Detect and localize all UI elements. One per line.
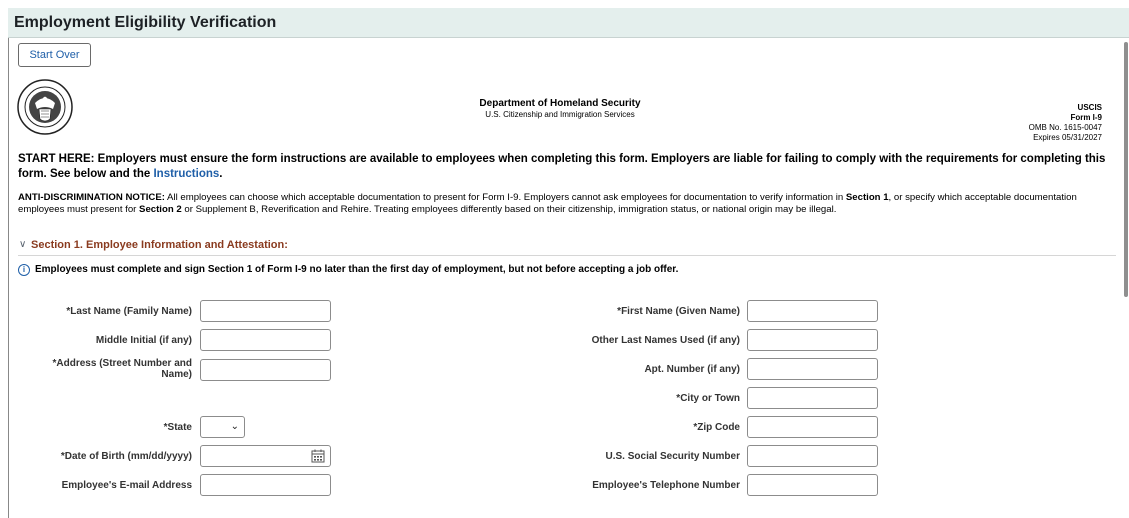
anti-discrimination-text-1: All employees can choose which acceptabl… xyxy=(164,192,846,203)
section-2-ref: Section 2 xyxy=(139,203,182,215)
chevron-down-icon: ⌄ xyxy=(230,421,239,432)
agency-heading: Department of Homeland Security U.S. Cit… xyxy=(380,98,740,119)
dob-input[interactable] xyxy=(200,445,331,467)
form-agency: USCIS xyxy=(1077,103,1102,112)
address-label-line-1: *Address (Street Number and xyxy=(52,358,192,369)
form-expiration: Expires 05/31/2027 xyxy=(1033,133,1102,142)
page-title-bar: Employment Eligibility Verification xyxy=(8,8,1129,38)
start-over-button[interactable]: Start Over xyxy=(18,43,91,67)
middle-initial-input[interactable] xyxy=(200,329,331,351)
address-label-line-2: Name) xyxy=(161,369,192,380)
apt-number-input[interactable] xyxy=(747,358,878,380)
other-last-names-label: Other Last Names Used (if any) xyxy=(591,335,740,346)
zip-code-input[interactable] xyxy=(747,416,878,438)
first-name-label: *First Name (Given Name) xyxy=(617,306,740,317)
city-input[interactable] xyxy=(747,387,878,409)
ssn-input[interactable] xyxy=(747,445,878,467)
section-1-info-notice: i Employees must complete and sign Secti… xyxy=(18,263,1116,279)
chevron-down-icon[interactable]: ∨ xyxy=(19,239,26,250)
department-name: Department of Homeland Security xyxy=(479,98,641,109)
instructions-link[interactable]: Instructions xyxy=(153,168,219,180)
last-name-label: *Last Name (Family Name) xyxy=(66,306,192,317)
start-here-notice: START HERE: Employers must ensure the fo… xyxy=(18,152,1116,182)
calendar-icon[interactable] xyxy=(311,449,325,463)
email-input[interactable] xyxy=(200,474,331,496)
form-identifier: USCIS Form I-9 OMB No. 1615-0047 Expires… xyxy=(960,103,1102,143)
city-label: *City or Town xyxy=(676,393,740,404)
left-border xyxy=(8,38,9,518)
omb-number: OMB No. 1615-0047 xyxy=(1028,123,1102,132)
dob-label: *Date of Birth (mm/dd/yyyy) xyxy=(60,451,192,462)
address-input[interactable] xyxy=(200,359,331,381)
other-last-names-input[interactable] xyxy=(747,329,878,351)
section-1-header[interactable]: ∨ Section 1. Employee Information and At… xyxy=(18,238,1116,256)
subagency-name: U.S. Citizenship and Immigration Service… xyxy=(485,110,635,119)
info-icon: i xyxy=(18,264,30,276)
start-here-suffix: . xyxy=(219,168,223,180)
ssn-label: U.S. Social Security Number xyxy=(605,451,741,462)
anti-discrimination-label: ANTI-DISCRIMINATION NOTICE: xyxy=(18,192,165,203)
section-1-ref: Section 1 xyxy=(845,192,889,203)
last-name-input[interactable] xyxy=(200,300,331,322)
zip-code-label: *Zip Code xyxy=(693,422,740,433)
email-label: Employee's E-mail Address xyxy=(61,480,192,491)
apt-number-label: Apt. Number (if any) xyxy=(644,364,740,375)
phone-label: Employee's Telephone Number xyxy=(592,480,740,491)
scrollbar-thumb[interactable] xyxy=(1124,42,1128,297)
dhs-seal-icon xyxy=(17,79,73,135)
first-name-input[interactable] xyxy=(747,300,878,322)
address-label: *Address (Street Number and Name) xyxy=(30,358,192,380)
section-1-notice-text: Employees must complete and sign Section… xyxy=(35,264,679,275)
anti-discrimination-notice: ANTI-DISCRIMINATION NOTICE: All employee… xyxy=(18,192,1116,215)
phone-input[interactable] xyxy=(747,474,878,496)
anti-discrimination-text-3: or Supplement B, Reverification and Rehi… xyxy=(181,203,837,215)
state-select[interactable]: ⌄ xyxy=(200,416,245,438)
middle-initial-label: Middle Initial (if any) xyxy=(95,335,192,346)
section-1-title[interactable]: Section 1. Employee Information and Atte… xyxy=(31,239,288,251)
page-title: Employment Eligibility Verification xyxy=(14,14,277,31)
form-number: Form I-9 xyxy=(1070,113,1102,122)
state-label: *State xyxy=(163,422,192,433)
